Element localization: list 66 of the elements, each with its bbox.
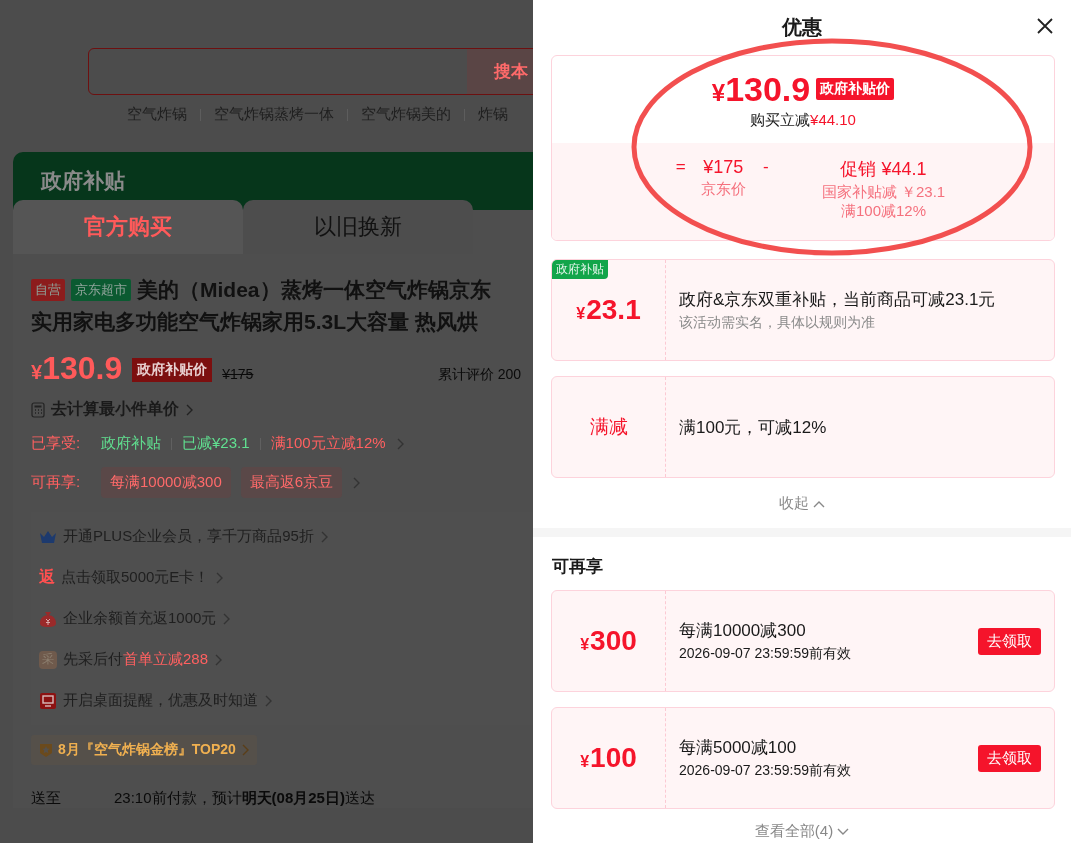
original-price: ¥175 bbox=[222, 366, 254, 382]
enjoyed-label: 已享受: bbox=[31, 434, 82, 453]
monitor-icon bbox=[39, 691, 57, 710]
equals-sign: = bbox=[674, 157, 687, 178]
price-tag: 政府补贴价 bbox=[816, 78, 895, 100]
applied-offer: 已减¥23.1 bbox=[182, 434, 250, 453]
crown-icon bbox=[39, 529, 57, 544]
product-tag: 京东超市 bbox=[71, 279, 131, 301]
review-count: 累计评价 200 bbox=[437, 366, 521, 384]
chevron-right-icon bbox=[319, 530, 328, 543]
banner-title: 政府补贴 bbox=[41, 168, 125, 194]
promo-detail: 国家补贴减 ￥23.1 bbox=[821, 183, 946, 202]
money-bag-icon bbox=[39, 609, 57, 628]
more-offers-label: 可再享: bbox=[31, 473, 82, 492]
rebate-icon: 返 bbox=[39, 567, 55, 588]
ranking-badge[interactable]: 8月『空气炸锅金榜』TOP20 bbox=[31, 735, 257, 765]
delivery-estimate: 23:10前付款，预计明天(08月25日)送达 bbox=[114, 789, 375, 808]
claim-button[interactable]: 去领取 bbox=[978, 627, 1041, 655]
view-all-link[interactable]: 查看全部(4) bbox=[533, 822, 1071, 841]
subsidy-tag: 政府补贴 bbox=[552, 260, 608, 279]
offer-amount: ¥100 bbox=[580, 742, 637, 774]
section-title: 可再享 bbox=[552, 556, 604, 578]
collapse-link[interactable]: 收起 bbox=[533, 494, 1071, 513]
offer-title: 政府&京东双重补贴，当前商品可减23.1元 bbox=[679, 289, 997, 311]
close-icon bbox=[1036, 17, 1054, 35]
chevron-right-icon bbox=[215, 571, 224, 584]
chevron-right-icon bbox=[185, 403, 193, 416]
base-price: ¥175 bbox=[703, 157, 744, 178]
promo-total: 促销 ¥44.1 bbox=[840, 158, 927, 181]
chevron-up-icon bbox=[813, 499, 825, 508]
chevron-right-icon bbox=[240, 744, 249, 756]
purchase-tab[interactable]: 官方购买 bbox=[13, 200, 243, 254]
offer-title: 满100元，可减12% bbox=[679, 416, 828, 439]
star-shield-icon bbox=[39, 742, 53, 758]
promo-detail: 满100减12% bbox=[840, 202, 927, 221]
product-title: 美的（Midea）蒸烤一体空气炸锅京东 bbox=[137, 277, 491, 303]
drawer-title: 优惠 bbox=[782, 14, 822, 40]
chevron-right-icon bbox=[222, 612, 231, 625]
product-title: 实用家电多功能空气炸锅家用5.3L大容量 热风烘 bbox=[31, 309, 479, 335]
offer-title: 每满10000减300 bbox=[679, 620, 807, 642]
chevron-right-icon bbox=[214, 653, 223, 666]
chevron-right-icon bbox=[395, 437, 404, 450]
saving-text: 购买立减¥44.10 bbox=[750, 110, 856, 130]
base-price-label: 京东价 bbox=[700, 180, 746, 199]
delivery-label: 送至 bbox=[31, 789, 62, 808]
product-tag: 自营 bbox=[31, 279, 65, 301]
claim-button[interactable]: 去领取 bbox=[978, 744, 1041, 772]
minus-sign: - bbox=[761, 157, 770, 178]
price-tag: 政府补贴价 bbox=[132, 358, 213, 382]
chevron-down-icon bbox=[837, 827, 850, 836]
offer-chip[interactable]: 最高返6京豆 bbox=[240, 467, 343, 498]
offer-title: 每满5000减100 bbox=[679, 737, 798, 759]
offer-chip[interactable]: 每满10000减300 bbox=[101, 467, 231, 498]
final-price: ¥130.9 bbox=[711, 69, 811, 109]
chevron-right-icon bbox=[264, 694, 272, 707]
offer-type: 满减 bbox=[589, 415, 628, 439]
chevron-right-icon bbox=[352, 476, 361, 489]
price: ¥130.9 bbox=[31, 350, 123, 387]
applied-offer: 政府补贴 bbox=[101, 434, 161, 453]
offer-note: 该活动需实名，具体以规则为准 bbox=[679, 314, 876, 332]
calculator-icon bbox=[31, 401, 45, 418]
offer-amount: ¥300 bbox=[580, 625, 637, 657]
offer-validity: 2026-09-07 23:59:59前有效 bbox=[679, 762, 852, 780]
offer-validity: 2026-09-07 23:59:59前有效 bbox=[679, 645, 852, 663]
applied-offer: 满100元立减12% bbox=[270, 434, 386, 453]
offer-amount: ¥23.1 bbox=[576, 294, 641, 326]
